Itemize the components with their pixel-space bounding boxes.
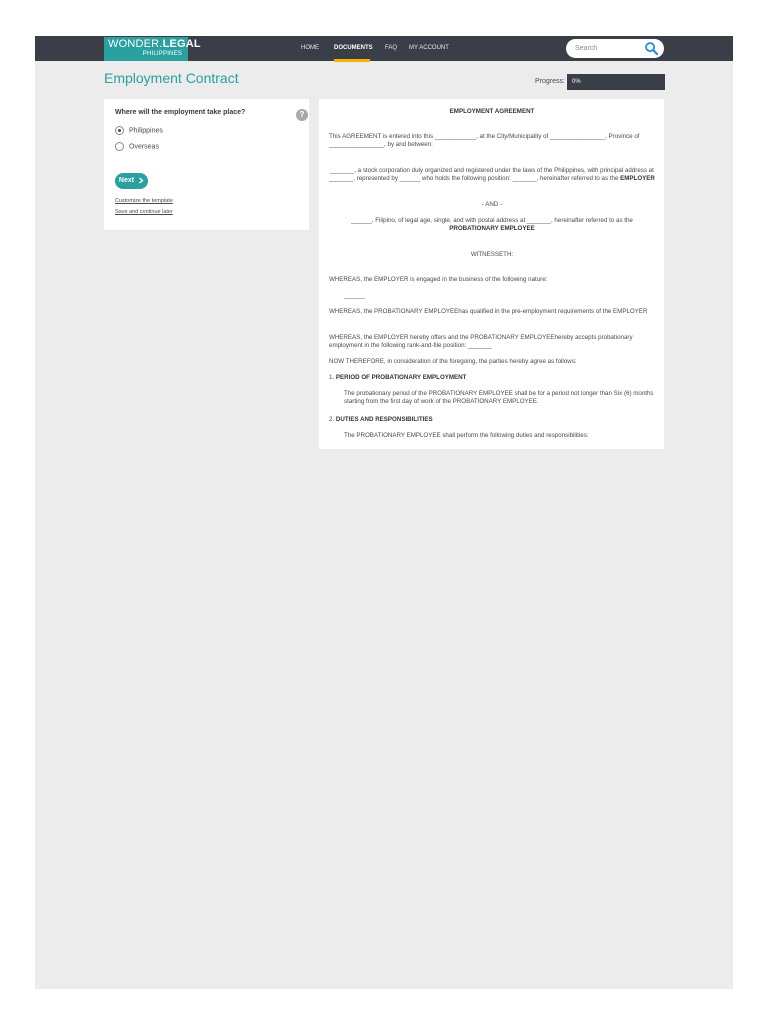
progress-value: 0% (572, 79, 581, 85)
document-section-1-heading: 1. PERIOD OF PROBATIONARY EMPLOYMENT (329, 374, 655, 382)
question-text: Where will the employment take place? (115, 109, 246, 116)
document-whereas-2: WHEREAS, the PROBATIONARY EMPLOYEEhas qu… (329, 308, 648, 315)
radio-button-selected[interactable] (115, 126, 124, 135)
nav-active-indicator (334, 59, 370, 62)
document-employee-paragraph: ______, Filipino, of legal age, single, … (329, 217, 655, 232)
search-icon[interactable] (644, 41, 659, 56)
radio-option-overseas[interactable]: Overseas (115, 142, 159, 152)
nav-documents[interactable]: DOCUMENTS (334, 36, 373, 61)
employee-bold: PROBATIONARY EMPLOYEE (449, 224, 535, 232)
document-section-2-text: The PROBATIONARY EMPLOYEE shall perform … (344, 432, 589, 439)
app-canvas: WONDER.LEGAL PHILIPPINES HOME DOCUMENTS … (35, 36, 733, 989)
section-1-number: 1. (329, 374, 335, 381)
employee-text: ______, Filipino, of legal age, single, … (351, 217, 633, 224)
progress-bar: 0% (567, 74, 665, 90)
logo-text-bold: LEGAL (162, 38, 201, 50)
logo-subtitle: PHILIPPINES (142, 51, 182, 57)
page-title: Employment Contract (104, 70, 239, 86)
radio-option-philippines[interactable]: Philippines (115, 126, 163, 136)
top-navigation-bar: WONDER.LEGAL PHILIPPINES HOME DOCUMENTS … (35, 36, 733, 62)
radio-label: Overseas (129, 143, 159, 151)
chevron-right-icon (139, 177, 144, 184)
document-section-1-text: The probationary period of the PROBATION… (344, 390, 654, 405)
question-panel: Where will the employment take place? ? … (104, 99, 309, 230)
document-intro: This AGREEMENT is entered into this ____… (329, 133, 640, 148)
document-section-2-heading: 2. DUTIES AND RESPONSIBILITIES (329, 416, 655, 424)
next-button-label: Next (118, 177, 135, 184)
employer-bold: EMPLOYER (620, 174, 655, 182)
wonder-legal-logo[interactable]: WONDER.LEGAL PHILIPPINES (104, 37, 201, 61)
customize-template-link[interactable]: Customize the template (115, 198, 173, 204)
document-now-therefore: NOW THEREFORE, in consideration of the f… (329, 358, 577, 365)
document-blank-field: ______ (344, 292, 365, 299)
next-button[interactable]: Next (115, 173, 148, 189)
document-whereas-1: WHEREAS, the EMPLOYER is engaged in the … (329, 276, 548, 283)
document-title: EMPLOYMENT AGREEMENT (329, 108, 655, 116)
search-input[interactable]: Search (566, 39, 664, 58)
radio-button[interactable] (115, 142, 124, 151)
document-witnesseth: WITNESSETH: (470, 251, 514, 258)
nav-home[interactable]: HOME (301, 36, 319, 61)
document-and-separator: - AND - (481, 201, 503, 208)
search-placeholder: Search (575, 45, 598, 52)
radio-label: Philippines (129, 127, 163, 135)
save-continue-later-link[interactable]: Save and continue later (115, 209, 173, 215)
document-title-text: EMPLOYMENT AGREEMENT (449, 108, 535, 115)
employer-text: _______, a stock corporation duly organi… (329, 167, 654, 182)
document-employer-paragraph: _______, a stock corporation duly organi… (329, 167, 655, 182)
progress-label: Progress: (535, 78, 565, 85)
section-2-title: DUTIES AND RESPONSIBILITIES (335, 416, 433, 423)
nav-faq[interactable]: FAQ (385, 36, 397, 61)
nav-my-account[interactable]: MY ACCOUNT (409, 36, 449, 61)
document-preview: EMPLOYMENT AGREEMENT This AGREEMENT is e… (319, 99, 664, 449)
logo-text: WONDER. (108, 38, 163, 50)
section-1-title: PERIOD OF PROBATIONARY EMPLOYMENT (335, 374, 467, 381)
document-whereas-3: WHEREAS, the EMPLOYER hereby offers and … (329, 334, 633, 349)
help-icon[interactable]: ? (296, 109, 308, 121)
section-2-number: 2. (329, 416, 335, 423)
